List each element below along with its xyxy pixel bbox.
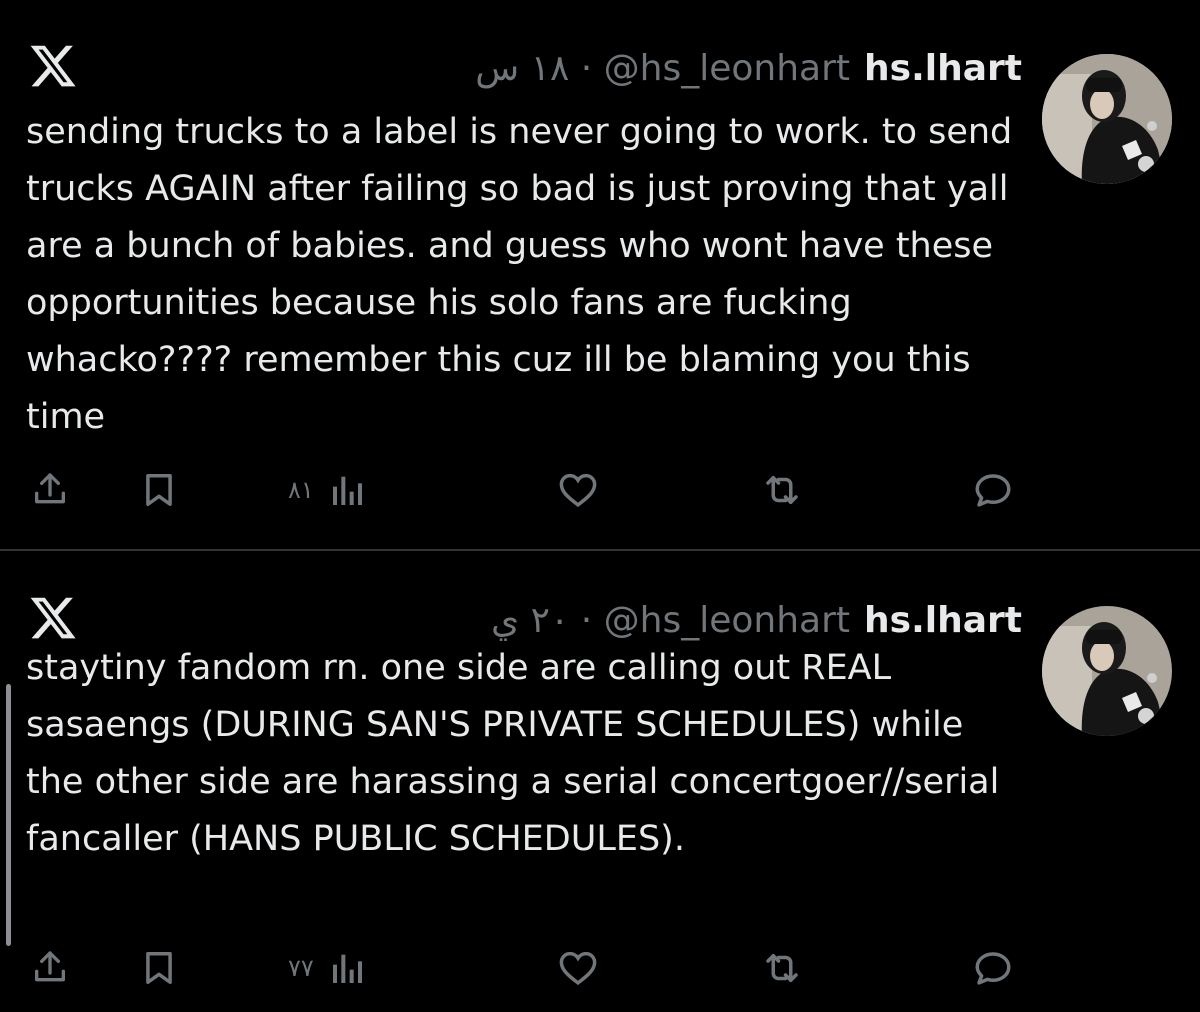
tweet-meta[interactable]: ٢٠ ي · @hs_leonhart: [491, 600, 850, 641]
tweet-actions: ٧٧: [0, 938, 1200, 998]
retweet-button[interactable]: [758, 946, 806, 990]
reply-icon: [970, 947, 1016, 989]
share-icon: [30, 470, 70, 510]
reply-icon: [970, 469, 1016, 511]
bookmark-icon: [140, 470, 178, 510]
tweet-meta[interactable]: ١٨ س · @hs_leonhart: [475, 48, 850, 89]
retweet-button[interactable]: [758, 468, 806, 512]
tweet-actions: ٨١: [0, 460, 1200, 520]
like-button[interactable]: [555, 946, 601, 990]
views-icon: [328, 948, 368, 988]
bookmark-button[interactable]: [140, 468, 178, 512]
share-icon: [30, 948, 70, 988]
tweet-card[interactable]: ١٨ س · @hs_leonhart hs.lhart sending tru…: [0, 0, 1200, 548]
reply-button[interactable]: [970, 468, 1016, 512]
retweet-icon: [758, 947, 806, 989]
x-logo-icon: [28, 40, 78, 92]
views-icon: [328, 470, 368, 510]
avatar[interactable]: [1042, 54, 1172, 184]
x-logo-icon: [28, 592, 78, 644]
scrollbar-thumb[interactable]: [6, 684, 11, 946]
views-count: ٨١: [288, 476, 314, 504]
views-button[interactable]: ٧٧: [288, 946, 368, 990]
tweet-text: staytiny fandom rn. one side are calling…: [26, 648, 1011, 859]
reply-button[interactable]: [970, 946, 1016, 990]
like-icon: [555, 469, 601, 511]
tweet-text: sending trucks to a label is never going…: [26, 112, 1024, 437]
display-name[interactable]: hs.lhart: [864, 48, 1022, 89]
bookmark-icon: [140, 948, 178, 988]
like-icon: [555, 947, 601, 989]
bookmark-button[interactable]: [140, 946, 178, 990]
retweet-icon: [758, 469, 806, 511]
tweet-header: ١٨ س · @hs_leonhart hs.lhart: [475, 40, 1022, 96]
like-button[interactable]: [555, 468, 601, 512]
avatar[interactable]: [1042, 606, 1172, 736]
share-button[interactable]: [30, 468, 70, 512]
tweet-card[interactable]: ٢٠ ي · @hs_leonhart hs.lhart staytiny fa…: [0, 552, 1200, 1012]
share-button[interactable]: [30, 946, 70, 990]
tweet-divider: [0, 549, 1200, 551]
views-button[interactable]: ٨١: [288, 468, 368, 512]
views-count: ٧٧: [288, 954, 314, 982]
display-name[interactable]: hs.lhart: [864, 600, 1022, 641]
